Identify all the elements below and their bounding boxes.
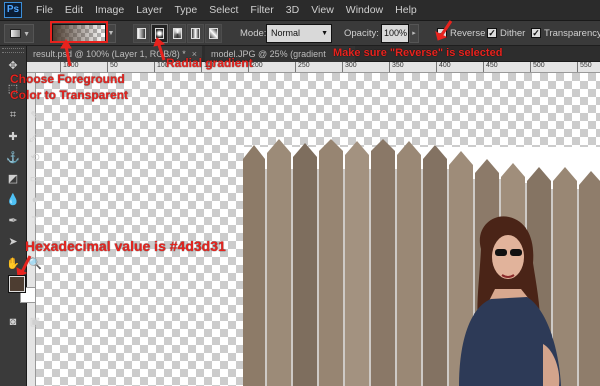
ruler-tick: 550 [577,62,592,72]
menu-filter[interactable]: Filter [244,0,279,21]
gradient-swatch-highlight [50,21,108,43]
ruler-tick: 250 [295,62,310,72]
ruler-tick: 450 [483,62,498,72]
tab-label: result.psd @ 100% (Layer 1, RGB/8) * [33,49,186,59]
menu-3d[interactable]: 3D [280,0,305,21]
ruler-tick: 300 [342,62,357,72]
diamond-gradient-button[interactable] [205,24,222,43]
menu-image[interactable]: Image [89,0,130,21]
menu-help[interactable]: Help [389,0,423,21]
angle-gradient-icon [173,28,182,39]
ruler-tick: 400 [436,62,451,72]
mode-value: Normal [271,28,301,38]
document-tab-bar: result.psd @ 100% (Layer 1, RGB/8) * × m… [27,46,600,62]
reflected-gradient-icon [191,28,200,39]
mode-label: Mode: [240,28,267,39]
quick-mask-icon[interactable]: ◙ [2,312,24,331]
gradient-tool-icon [10,29,21,38]
ruler-tick: 500 [530,62,545,72]
photoshop-logo-icon: Ps [4,2,22,18]
menu-type[interactable]: Type [168,0,203,21]
crop-tool-icon[interactable]: ⌗ [2,106,24,125]
linear-gradient-icon [137,28,146,39]
annotation-line: Color to Transparent [10,88,129,102]
pen-tool-icon[interactable]: ✒ [2,211,24,230]
healing-brush-icon[interactable]: ✚ [2,127,24,146]
type-tool-icon[interactable]: T [24,211,46,230]
tool-preset-picker[interactable]: ▼ [4,24,34,43]
annotation-radial-gradient: Radial gradient [166,56,253,70]
panel-grip[interactable] [2,48,24,53]
menu-file[interactable]: File [30,0,59,21]
chevron-down-icon: ▼ [23,31,30,38]
angle-gradient-button[interactable] [169,24,186,43]
dodge-tool-icon[interactable]: ● [24,190,46,209]
hand-tool-icon[interactable]: ✋ [2,254,24,273]
annotation-hex-value: Hexadecimal value is #4d3d31 [25,238,226,254]
menu-select[interactable]: Select [203,0,244,21]
reverse-label: Reverse [450,28,486,39]
clone-stamp-icon[interactable]: ⚓ [2,148,24,167]
opacity-input[interactable]: 100% [381,24,409,43]
reverse-checkbox[interactable]: ✓ [437,28,447,38]
opacity-label: Opacity: [344,28,379,39]
zoom-tool-icon[interactable]: 🔍 [24,254,46,273]
linear-gradient-button[interactable] [133,24,150,43]
diamond-gradient-icon [209,28,218,39]
annotation-reverse: Make sure "Reverse" is selected [333,47,503,59]
eyedropper-tool-icon[interactable]: ✎ [24,106,46,125]
history-brush-icon[interactable]: ⟲ [24,148,46,167]
brush-tool-icon[interactable]: 🖌 [24,127,46,146]
transparency-checkbox[interactable]: ✓ [531,28,541,38]
eraser-tool-icon[interactable]: ◩ [2,169,24,188]
screen-mode-icon[interactable]: ▣ [24,312,46,331]
path-selection-icon[interactable]: ➤ [2,232,24,251]
ruler-tick: 350 [389,62,404,72]
menu-layer[interactable]: Layer [130,0,168,21]
menu-window[interactable]: Window [340,0,389,21]
transparency-label: Transparency [544,28,600,39]
document-canvas[interactable] [36,73,600,386]
opacity-slider-dropdown[interactable]: ▸ [409,24,419,43]
radial-gradient-button[interactable] [151,24,168,43]
dither-label: Dither [500,28,526,39]
chevron-down-icon: ▼ [321,30,328,37]
foreground-color-swatch[interactable] [8,275,26,293]
dither-checkbox[interactable]: ✓ [487,28,497,38]
menu-edit[interactable]: Edit [59,0,89,21]
reflected-gradient-button[interactable] [187,24,204,43]
gradient-tool-icon[interactable]: ▭ [24,169,46,188]
blur-tool-icon[interactable]: 💧 [2,190,24,209]
radial-gradient-icon [155,28,164,39]
mode-select[interactable]: Normal ▼ [266,24,332,43]
annotation-foreground-transparent: Choose Foreground Color to Transparent [10,71,128,103]
fence-and-model-photo [243,139,600,386]
menu-bar: Ps File Edit Image Layer Type Select Fil… [0,0,600,21]
annotation-line: Choose Foreground [10,72,125,86]
menu-view[interactable]: View [305,0,340,21]
